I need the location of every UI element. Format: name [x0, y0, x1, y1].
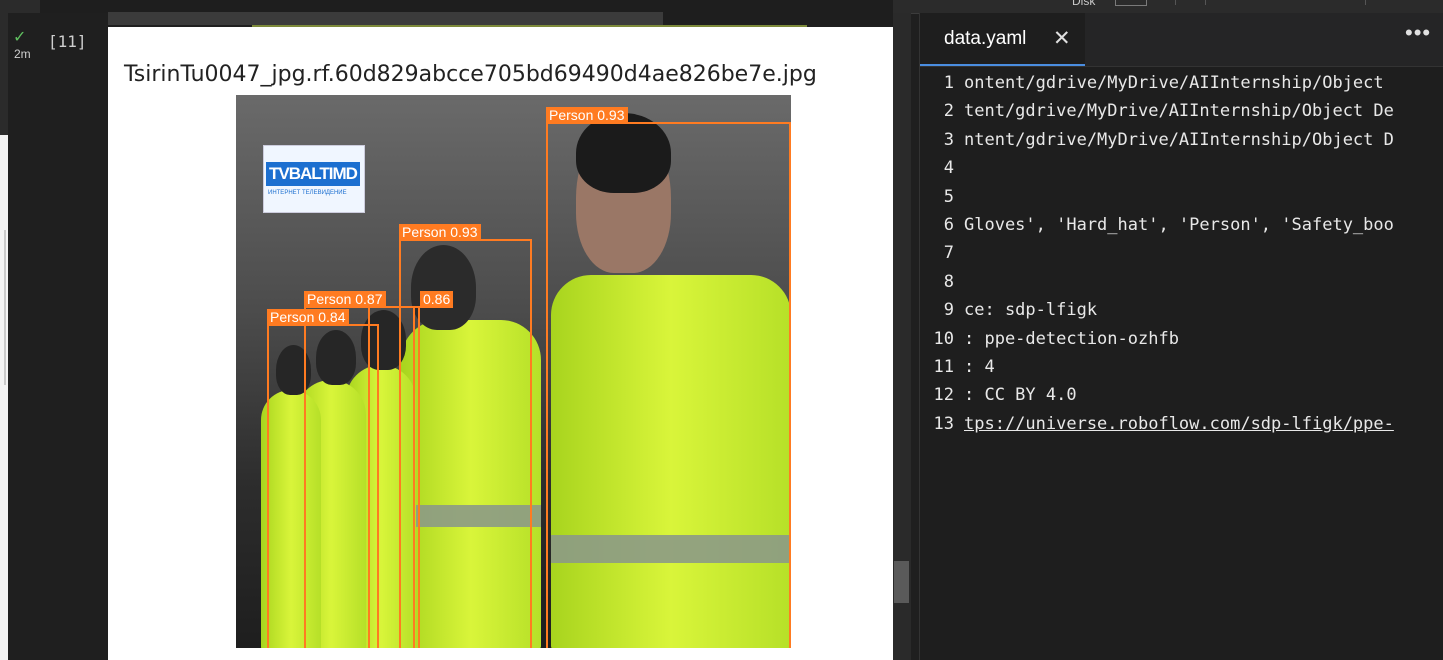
code-line: 5 — [920, 183, 1443, 211]
line-number: 10 — [933, 328, 954, 349]
detection-label: Person 0.84 — [267, 309, 349, 326]
line-number: 3 — [943, 129, 954, 150]
line-number: 12 — [933, 385, 954, 406]
previous-output-image — [108, 12, 663, 25]
code-line: 7 — [920, 239, 1443, 267]
line-number: 1 — [943, 73, 954, 93]
line-text: tent/gdrive/MyDrive/AIInternship/Object … — [964, 101, 1394, 122]
channel-logo: TVBALTIMD ИНТЕРНЕТ ТЕЛЕВИДЕНИЕ — [263, 145, 365, 213]
code-line: 2 tent/gdrive/MyDrive/AIInternship/Object… — [920, 97, 1443, 125]
logo-text: TVBALTIMD — [266, 162, 360, 186]
code-line: 10 : ppe-detection-ozhfb — [920, 325, 1443, 353]
detection-label: Person 0.93 — [399, 224, 481, 241]
line-number: 11 — [933, 357, 954, 377]
file-editor: data.yaml ✕ ••• 1 ontent/gdrive/MyDrive/A… — [919, 13, 1443, 660]
cell-elapsed-time: 2m — [14, 47, 31, 61]
line-link[interactable]: tps://universe.roboflow.com/sdp-lfigk/pp… — [964, 410, 1394, 438]
line-number: 4 — [943, 158, 954, 179]
notebook-left-panel — [0, 135, 8, 660]
detection-image: TVBALTIMD ИНТЕРНЕТ ТЕЛЕВИДЕНИЕ Person 0.… — [236, 95, 791, 648]
notebook-scrollbar[interactable] — [893, 13, 911, 660]
line-number: 5 — [943, 186, 954, 207]
detection-box: Person 0.93 — [546, 107, 791, 648]
scrollbar-thumb[interactable] — [894, 561, 909, 603]
line-number: 8 — [943, 271, 954, 292]
code-line: 6 Gloves', 'Hard_hat', 'Person', 'Safety_… — [920, 211, 1443, 239]
code-line: 9 ce: sdp-lfigk — [920, 296, 1443, 324]
detection-label: 0.86 — [420, 291, 454, 308]
tab-data-yaml[interactable]: data.yaml ✕ — [920, 13, 1085, 66]
logo-subtext: ИНТЕРНЕТ ТЕЛЕВИДЕНИЕ — [268, 190, 347, 196]
toolbar-divider — [1365, 0, 1366, 5]
left-scrollbar[interactable] — [4, 230, 6, 385]
code-area[interactable]: 1 ontent/gdrive/MyDrive/AIInternship/Obje… — [920, 69, 1443, 660]
disk-label: Disk — [1072, 0, 1096, 8]
code-line: 8 — [920, 268, 1443, 296]
tab-label[interactable]: data.yaml — [944, 28, 1026, 50]
cell-output: TsirinTu0047_jpg.rf.60d829abcce705bd6949… — [108, 27, 893, 660]
line-text: ontent/gdrive/MyDrive/AIInternship/Objec… — [964, 73, 1384, 93]
detection-label: Person 0.93 — [546, 107, 628, 124]
cell-execution-count: [11] — [48, 32, 87, 51]
toolbar-divider — [1175, 0, 1176, 5]
editor-tab-bar: data.yaml ✕ ••• — [920, 13, 1443, 67]
toolbar-divider — [1205, 0, 1206, 5]
line-text: ntent/gdrive/MyDrive/AIInternship/Object… — [964, 129, 1394, 150]
line-text: Gloves', 'Hard_hat', 'Person', 'Safety_b… — [964, 215, 1394, 235]
line-text: : 4 — [964, 357, 995, 377]
code-line: 4 — [920, 154, 1443, 182]
close-icon[interactable]: ✕ — [1053, 26, 1071, 51]
code-line: 11 : 4 — [920, 353, 1443, 381]
line-text: : ppe-detection-ozhfb — [964, 328, 1179, 349]
line-number: 2 — [943, 101, 954, 122]
output-image-title: TsirinTu0047_jpg.rf.60d829abcce705bd6949… — [124, 62, 817, 87]
code-line: 12 : CC BY 4.0 — [920, 381, 1443, 409]
detection-box: Person 0.84 — [267, 309, 379, 648]
check-icon: ✓ — [13, 29, 27, 46]
code-line: 3 ntent/gdrive/MyDrive/AIInternship/Objec… — [920, 126, 1443, 154]
line-text: ce: sdp-lfigk — [964, 300, 1098, 321]
cell-gutter — [8, 13, 108, 660]
disk-usage-bar — [1115, 0, 1147, 6]
code-line: 13 tps://universe.roboflow.com/sdp-lfigk/… — [920, 410, 1443, 438]
line-number: 13 — [933, 413, 954, 434]
more-actions-icon[interactable]: ••• — [1405, 20, 1431, 46]
code-line: 1 ontent/gdrive/MyDrive/AIInternship/Obje… — [920, 69, 1443, 97]
line-number: 9 — [943, 300, 954, 321]
line-number: 7 — [943, 243, 954, 264]
line-text: : CC BY 4.0 — [964, 385, 1077, 406]
line-number: 6 — [943, 215, 954, 235]
